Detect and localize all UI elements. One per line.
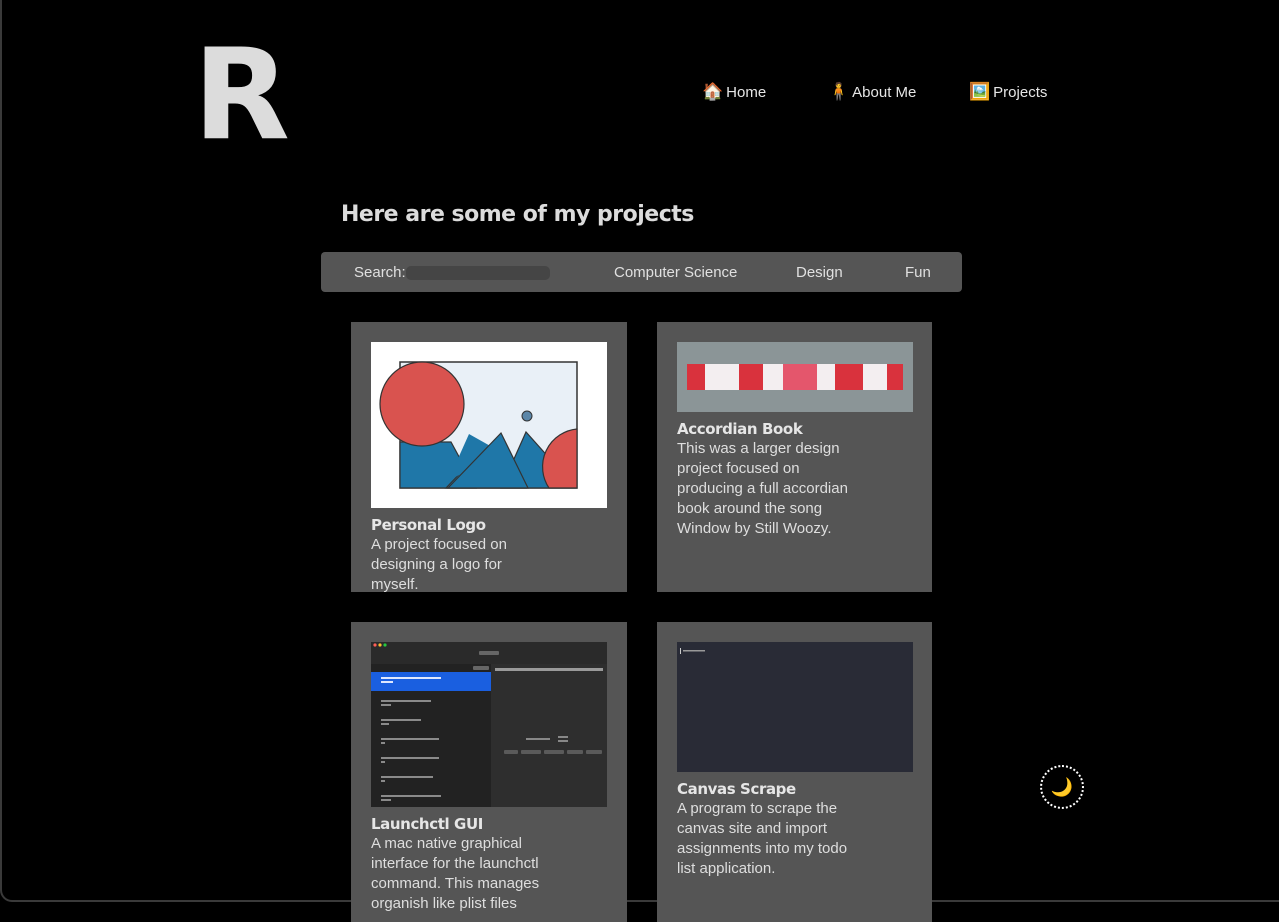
filter-computer-science[interactable]: Computer Science <box>614 264 737 281</box>
canvas-scrape-screenshot <box>677 642 913 772</box>
window-frame <box>0 0 1279 902</box>
project-card-personal-logo[interactable]: Personal Logo A project focused on desig… <box>351 322 627 592</box>
search-label: Search: <box>354 264 406 281</box>
nav-about-label: About Me <box>852 83 917 101</box>
framed-picture-icon: 🖼️ <box>969 82 991 101</box>
page-title: Here are some of my projects <box>341 202 694 227</box>
project-title: Launchctl GUI <box>371 815 483 833</box>
project-title: Accordian Book <box>677 420 803 438</box>
project-card-accordian-book[interactable]: Accordian Book This was a larger design … <box>657 322 932 592</box>
theme-toggle-button[interactable]: 🌙 <box>1040 765 1084 809</box>
nav-projects-link[interactable]: 🖼️ Projects <box>969 80 1047 104</box>
filter-bar: Search: Computer Science Design Fun <box>321 252 962 292</box>
moon-icon: 🌙 <box>1050 776 1074 797</box>
site-logo[interactable]: R <box>193 30 290 160</box>
project-card-launchctl-gui[interactable]: Launchctl GUI A mac native graphical int… <box>351 622 627 922</box>
personal-logo-image <box>371 342 607 508</box>
person-icon: 🧍 <box>828 82 850 101</box>
filter-design[interactable]: Design <box>796 264 843 281</box>
project-title: Canvas Scrape <box>677 780 796 798</box>
project-card-canvas-scrape[interactable]: Canvas Scrape A program to scrape the ca… <box>657 622 932 922</box>
project-description: This was a larger design project focused… <box>677 440 848 537</box>
nav-home-link[interactable]: 🏠 Home <box>702 80 766 104</box>
filter-fun[interactable]: Fun <box>905 264 931 281</box>
project-description: A project focused on designing a logo fo… <box>371 536 507 592</box>
project-title: Personal Logo <box>371 516 486 534</box>
project-description: A program to scrape the canvas site and … <box>677 800 848 877</box>
nav-projects-label: Projects <box>993 83 1048 101</box>
accordian-book-image <box>677 342 913 412</box>
project-description: A mac native graphical interface for the… <box>371 835 540 912</box>
nav-about-link[interactable]: 🧍 About Me <box>828 80 916 104</box>
house-icon: 🏠 <box>702 82 724 101</box>
nav-home-label: Home <box>726 83 767 101</box>
search-input[interactable] <box>406 266 550 280</box>
launchctl-gui-screenshot <box>371 642 607 807</box>
